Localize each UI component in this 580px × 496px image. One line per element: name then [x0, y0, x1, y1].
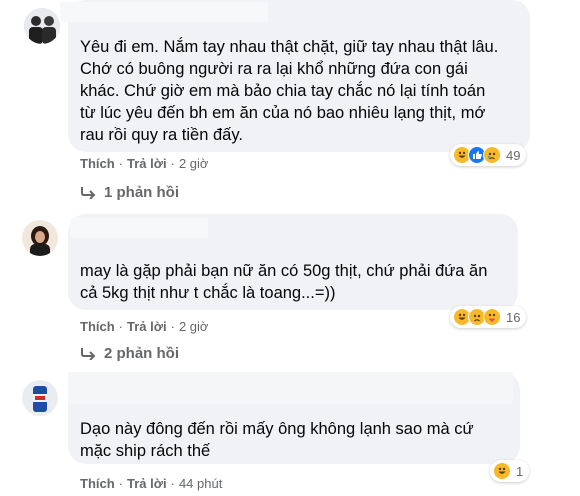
reaction-count: 1 — [516, 463, 524, 479]
reply-arrow-icon — [81, 347, 96, 360]
comment-line: Yêu đi em. Nắm tay nhau thật chặt, giữ t… — [80, 38, 499, 56]
comment-bubble: Dạo này đông đến rồi mấy ông không lạnh … — [68, 372, 520, 464]
like-button[interactable]: Thích — [80, 156, 115, 171]
comment-actions: Thích · Trả lời · 44 phút — [80, 476, 222, 491]
replies-label: 1 phản hồi — [104, 184, 179, 201]
comment-line: Dạo này đông đến rồi mấy ông không lạnh … — [80, 420, 474, 438]
author-name-redacted[interactable] — [60, 2, 268, 22]
haha-icon — [493, 462, 511, 480]
author-name-redacted[interactable] — [68, 372, 513, 404]
avatar-photo-icon — [22, 220, 58, 256]
view-replies-link[interactable]: 1 phản hồi — [80, 184, 179, 201]
comment-line: mặc ship rách thế — [80, 442, 211, 460]
separator: · — [170, 476, 175, 491]
comment-line: khác. Chứ giờ em mà bảo chia tay chắc nó… — [80, 82, 486, 100]
separator: · — [170, 156, 175, 171]
reaction-summary[interactable]: 49 — [450, 144, 527, 166]
author-name-redacted[interactable] — [70, 218, 208, 238]
comment-actions: Thích · Trả lời · 2 giờ — [80, 156, 208, 171]
comment-line: may là gặp phải bạn nữ ăn có 50g thịt, c… — [80, 262, 488, 280]
avatar-photo-icon — [22, 380, 58, 416]
reaction-summary[interactable]: 16 — [450, 306, 527, 328]
reply-button[interactable]: Trả lời — [127, 319, 167, 334]
avatar[interactable] — [22, 380, 58, 416]
reply-button[interactable]: Trả lời — [127, 156, 167, 171]
comment-actions: Thích · Trả lời · 2 giờ — [80, 319, 208, 334]
comment-line: từ lúc yêu đến bh em ăn của nó bao nhiêu… — [80, 104, 486, 122]
avatar-photo-icon — [24, 8, 60, 44]
reaction-summary[interactable]: 1 — [490, 460, 530, 482]
comment-line: cả 5kg thịt như t chắc là toang...=)) — [80, 284, 336, 302]
comment-line: Chớ có buông người ra ra lại khổ những đ… — [80, 60, 468, 78]
comment-text: Dạo này đông đến rồi mấy ông không lạnh … — [80, 418, 515, 462]
reaction-count: 49 — [506, 147, 521, 163]
comment-bubble: Yêu đi em. Nắm tay nhau thật chặt, giữ t… — [60, 0, 530, 152]
separator: · — [118, 156, 124, 171]
like-button[interactable]: Thích — [80, 476, 115, 491]
avatar[interactable] — [24, 8, 60, 44]
view-replies-link[interactable]: 2 phản hồi — [80, 345, 179, 362]
comment-bubble: may là gặp phải bạn nữ ăn có 50g thịt, c… — [68, 214, 518, 310]
separator: · — [170, 319, 175, 334]
separator: · — [118, 319, 124, 334]
separator: · — [118, 476, 124, 491]
timestamp[interactable]: 2 giờ — [179, 156, 209, 171]
timestamp[interactable]: 2 giờ — [179, 319, 209, 334]
timestamp[interactable]: 44 phút — [179, 476, 222, 491]
reply-arrow-icon — [81, 186, 96, 199]
care-icon — [483, 308, 501, 326]
sad-icon — [483, 146, 501, 164]
reply-button[interactable]: Trả lời — [127, 476, 167, 491]
like-button[interactable]: Thích — [80, 319, 115, 334]
avatar[interactable] — [22, 220, 58, 256]
reaction-count: 16 — [506, 309, 521, 325]
replies-label: 2 phản hồi — [104, 345, 179, 362]
comment-line: rau rồi quy ra tiền đấy. — [80, 126, 243, 144]
comment-text: Yêu đi em. Nắm tay nhau thật chặt, giữ t… — [80, 36, 525, 146]
comment-text: may là gặp phải bạn nữ ăn có 50g thịt, c… — [80, 260, 515, 304]
